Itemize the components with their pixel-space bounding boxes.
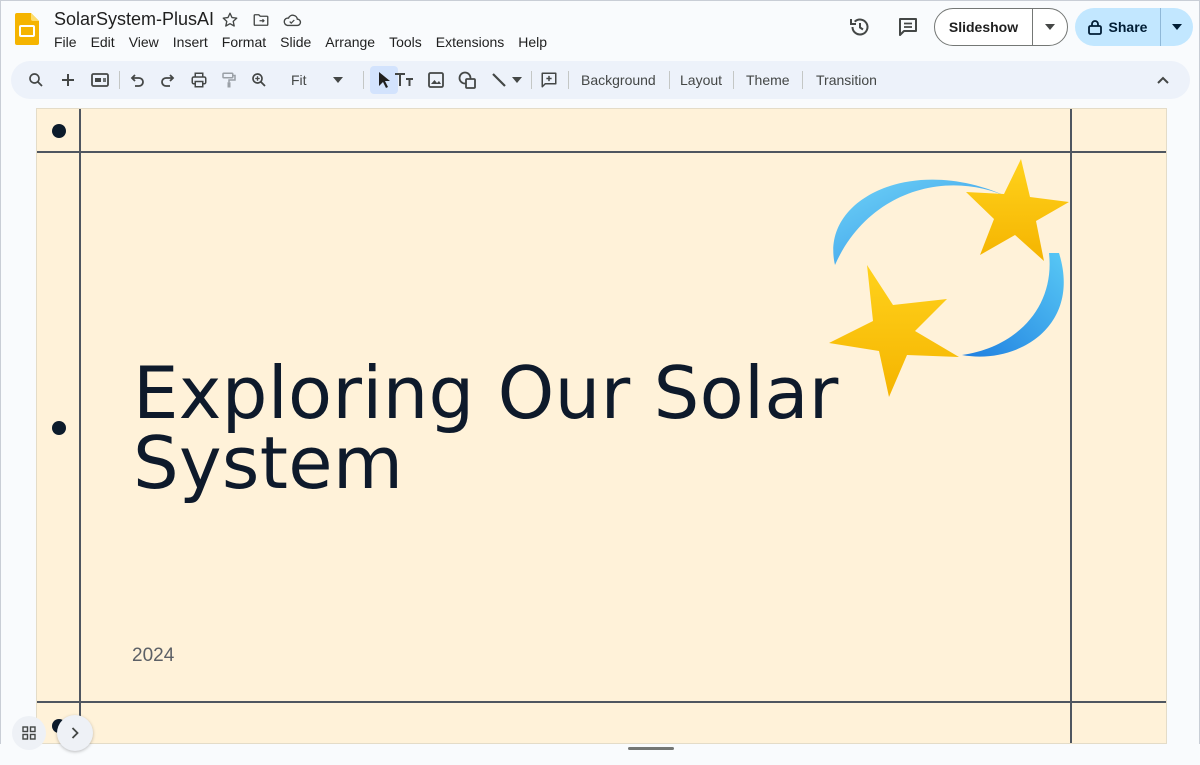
- grid-view-button[interactable]: [12, 716, 46, 750]
- menu-format[interactable]: Format: [215, 33, 273, 52]
- print-icon[interactable]: [187, 68, 211, 92]
- undo-icon[interactable]: [125, 68, 149, 92]
- menu-insert[interactable]: Insert: [166, 33, 215, 52]
- comments-icon[interactable]: [895, 14, 921, 40]
- redo-icon[interactable]: [156, 68, 180, 92]
- cloud-saved-icon[interactable]: [282, 10, 302, 30]
- toolbar-divider: [531, 71, 532, 89]
- text-box-icon[interactable]: [392, 68, 416, 92]
- caret-down-icon: [333, 77, 343, 83]
- slide-subtitle-year[interactable]: 2024: [132, 645, 174, 667]
- star-icon[interactable]: [220, 10, 240, 30]
- toolbar-divider: [568, 71, 569, 89]
- toolbar-divider: [119, 71, 120, 89]
- main-toolbar: Fit Background Layout Theme Transition: [11, 61, 1190, 99]
- add-comment-icon[interactable]: [537, 68, 561, 92]
- menu-slide[interactable]: Slide: [273, 33, 318, 52]
- filmstrip-area: [0, 744, 1200, 765]
- theme-button[interactable]: Theme: [746, 72, 790, 88]
- menu-bar: File Edit View Insert Format Slide Arran…: [54, 33, 554, 52]
- background-button[interactable]: Background: [581, 72, 656, 88]
- move-to-folder-icon[interactable]: [251, 10, 271, 30]
- grid-view-icon: [22, 726, 36, 740]
- layout-guide-horizontal: [37, 151, 1166, 153]
- line-icon[interactable]: [487, 68, 511, 92]
- new-slide-icon[interactable]: [56, 68, 80, 92]
- paint-format-icon[interactable]: [217, 68, 241, 92]
- layout-guide-vertical: [79, 109, 81, 743]
- slideshow-options-button[interactable]: [1033, 9, 1067, 45]
- transition-button[interactable]: Transition: [816, 72, 877, 88]
- search-menus-icon[interactable]: [24, 68, 48, 92]
- share-split-button: Share: [1075, 8, 1193, 46]
- zoom-value: Fit: [291, 72, 307, 88]
- share-options-button[interactable]: [1161, 8, 1193, 46]
- lock-icon: [1087, 20, 1102, 35]
- share-label: Share: [1108, 19, 1148, 35]
- share-button[interactable]: Share: [1075, 8, 1161, 46]
- layout-guide-horizontal: [37, 701, 1166, 703]
- speaker-notes-drag-handle[interactable]: [628, 747, 674, 750]
- menu-help[interactable]: Help: [511, 33, 554, 52]
- decorative-dot: [52, 124, 66, 138]
- menu-edit[interactable]: Edit: [84, 33, 122, 52]
- decorative-dot: [52, 421, 66, 435]
- document-title[interactable]: SolarSystem-PlusAI: [54, 9, 214, 30]
- layout-button[interactable]: Layout: [680, 72, 722, 88]
- menu-tools[interactable]: Tools: [382, 33, 429, 52]
- menu-view[interactable]: View: [122, 33, 166, 52]
- new-slide-layout-icon[interactable]: [88, 68, 112, 92]
- menu-file[interactable]: File: [54, 33, 84, 52]
- caret-down-icon: [1172, 24, 1182, 30]
- menu-extensions[interactable]: Extensions: [429, 33, 511, 52]
- slide-title[interactable]: Exploring Our Solar System: [133, 357, 893, 499]
- toolbar-divider: [733, 71, 734, 89]
- slideshow-split-button: Slideshow: [934, 8, 1068, 46]
- caret-down-icon: [1045, 24, 1055, 30]
- menu-arrange[interactable]: Arrange: [318, 33, 382, 52]
- line-options-icon[interactable]: [509, 68, 525, 92]
- slideshow-button[interactable]: Slideshow: [935, 9, 1033, 45]
- insert-image-icon[interactable]: [424, 68, 448, 92]
- zoom-select[interactable]: Fit: [281, 68, 361, 92]
- slide-canvas[interactable]: Exploring Our Solar System 2024: [36, 108, 1167, 744]
- chevron-right-icon: [71, 727, 79, 739]
- expand-filmstrip-button[interactable]: [57, 715, 93, 751]
- toolbar-divider: [802, 71, 803, 89]
- slides-logo-icon[interactable]: [15, 13, 39, 45]
- toolbar-divider: [363, 71, 364, 89]
- shape-icon[interactable]: [456, 68, 480, 92]
- collapse-toolbar-icon[interactable]: [1151, 68, 1175, 92]
- zoom-icon[interactable]: [247, 68, 271, 92]
- toolbar-divider: [669, 71, 670, 89]
- version-history-icon[interactable]: [847, 14, 873, 40]
